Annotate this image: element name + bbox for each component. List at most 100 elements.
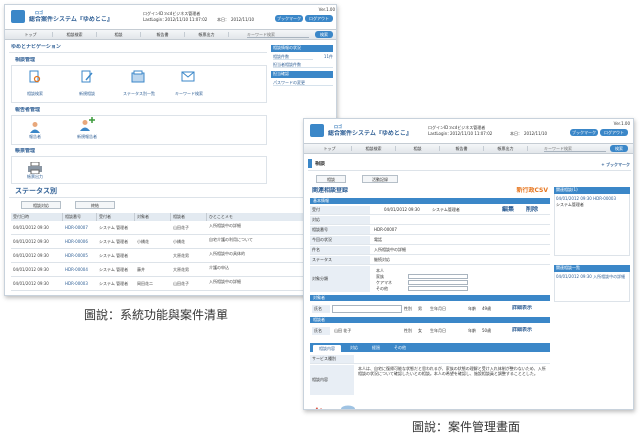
tab-other[interactable]: その他 xyxy=(388,344,412,352)
row-no[interactable]: HDR-00007 xyxy=(65,225,97,230)
row-receiver: システム 管理者 xyxy=(99,225,129,230)
login-id-value: ncdビジネス管理者 xyxy=(165,11,201,16)
col-receiver[interactable]: 受付者 xyxy=(97,213,135,221)
col-consultant[interactable]: 相談者 xyxy=(171,213,207,221)
content-label: 相談内容 xyxy=(310,365,354,395)
nav-output[interactable]: 帳票出力 xyxy=(484,146,528,151)
col-target[interactable]: 対象者 xyxy=(135,213,171,221)
side-panel-password-link[interactable]: パスワードの変更 xyxy=(273,80,333,86)
tab-in-progress[interactable]: 相談対応 xyxy=(21,201,61,209)
row-no[interactable]: HDR-00003 xyxy=(65,281,97,286)
menu-item-search[interactable]: 相談検索 xyxy=(17,91,53,96)
side-panel-staff-head: 担当確認 xyxy=(271,71,333,78)
category-field-1[interactable] xyxy=(408,274,468,279)
csv-link[interactable]: 新行政CSV xyxy=(504,187,548,194)
row-no[interactable]: HDR-00006 xyxy=(65,239,97,244)
radio-caremanager[interactable]: ケアマネ xyxy=(376,280,406,285)
keyword-search-input[interactable]: キーワード検索 xyxy=(247,32,309,38)
printer-icon[interactable] xyxy=(28,159,42,175)
consultant-detail-button[interactable]: 詳細表示 xyxy=(512,327,546,333)
row-date: 04/01/2012 09:30 xyxy=(13,225,49,230)
row-target: 藤井 xyxy=(137,267,145,272)
status-divider xyxy=(9,197,334,198)
consultant-name-label: 氏名 xyxy=(312,327,330,335)
target-header: 対象者 xyxy=(310,295,550,301)
date-label: 本日： xyxy=(510,131,522,136)
menu-item-reporter[interactable]: 報告者 xyxy=(17,134,53,139)
row-date: 04/01/2012 09:30 xyxy=(13,267,49,272)
col-accept-date[interactable]: 受付日時 xyxy=(11,213,63,221)
add-bookmark-link[interactable]: + ブックマーク xyxy=(582,162,630,167)
tab-consult-content[interactable]: 相談内容 xyxy=(312,344,342,352)
nav-search[interactable]: 相談検索 xyxy=(53,32,97,37)
search-button[interactable]: 検索 xyxy=(315,31,333,38)
row-no[interactable]: HDR-00004 xyxy=(65,267,97,272)
row-no[interactable]: HDR-00005 xyxy=(65,253,97,258)
menu-item-new-consult[interactable]: 新規相談 xyxy=(69,91,105,96)
keyword-search-input[interactable]: キーワード検索 xyxy=(544,146,606,152)
edit-button[interactable]: 編集 xyxy=(502,206,522,213)
field-status-value: 継続対応 xyxy=(374,257,390,262)
bookmark-button[interactable]: ブックマーク xyxy=(275,15,303,22)
nav-output[interactable]: 帳票出力 xyxy=(185,32,229,37)
reporter-icon[interactable] xyxy=(29,118,41,133)
radio-self[interactable]: 本人 xyxy=(376,268,406,273)
date-value: 2012/11/10 xyxy=(524,131,548,136)
delete-button[interactable]: 削除 xyxy=(526,206,546,213)
logo-badge: ロゴ xyxy=(328,124,348,129)
form-title: 関連相談登録 xyxy=(312,187,349,194)
field-accept-value: 04/01/2012 09:30 xyxy=(384,207,420,212)
row-consultant: 山田花子 xyxy=(173,281,189,286)
keyword-search-icon[interactable] xyxy=(181,69,195,83)
nav-search[interactable]: 相談検索 xyxy=(352,146,396,151)
related-panel-head: 関連相談(1) xyxy=(554,187,630,194)
field-category-label: 対象分類 xyxy=(310,266,370,292)
tab-closed[interactable]: 終結 xyxy=(75,201,115,209)
consultant-header: 相談者 xyxy=(310,317,550,323)
menu-item-forms-output[interactable]: 帳票出力 xyxy=(17,174,53,179)
nav-report[interactable]: 報告書 xyxy=(141,32,185,37)
nav-consult[interactable]: 相談 xyxy=(396,146,440,151)
bookmark-button[interactable]: ブックマーク xyxy=(570,129,598,136)
target-detail-button[interactable]: 詳細表示 xyxy=(512,305,546,311)
logout-button[interactable]: ログアウト xyxy=(600,129,628,136)
target-name-input[interactable] xyxy=(332,305,402,313)
row-receiver: システム 管理者 xyxy=(99,253,129,258)
system-menu-window: ロゴ 総合案件システム『ゆめとこ』 ログインID： ncdビジネス管理者 Las… xyxy=(4,4,337,296)
row-date: 04/01/2012 09:30 xyxy=(13,239,49,244)
login-id-label: ログインID： xyxy=(143,11,167,16)
menu-item-new-reporter[interactable]: 新規報告者 xyxy=(67,134,107,139)
last-login-label: LastLogin： xyxy=(143,17,165,22)
radio-family[interactable]: 家族 xyxy=(376,274,406,279)
related-list-body xyxy=(554,272,630,302)
row-line xyxy=(310,264,550,265)
category-field-3[interactable] xyxy=(408,286,468,291)
col-consult-no[interactable]: 相談番号 xyxy=(63,213,97,221)
row-target: 小橋花 xyxy=(137,239,149,244)
tab-response[interactable]: 対応 xyxy=(344,344,364,352)
logout-button[interactable]: ログアウト xyxy=(305,15,333,22)
status-list-icon[interactable] xyxy=(131,69,145,83)
side-panel-staff-count[interactable]: 担当者相談件数 xyxy=(273,62,333,68)
subtab-consult[interactable]: 相談 xyxy=(316,175,346,183)
nav-report[interactable]: 報告書 xyxy=(440,146,484,151)
nav-top[interactable]: トップ xyxy=(308,146,352,151)
field-consult-no-value: HDR-00007 xyxy=(374,227,397,232)
date-label: 本日： xyxy=(217,17,229,22)
row-line xyxy=(310,363,550,364)
nav-consult[interactable]: 相談 xyxy=(97,32,141,37)
menu-item-keyword-search[interactable]: キーワード検索 xyxy=(167,91,211,96)
basic-info-header: 基本情報 xyxy=(310,198,550,204)
new-reporter-icon[interactable] xyxy=(79,116,95,131)
nav-top[interactable]: トップ xyxy=(9,32,53,37)
caption-left: 圖說：系統功能與案件清單 xyxy=(84,308,229,322)
subtab-activity[interactable]: 活動記録 xyxy=(362,175,398,183)
new-consult-icon[interactable] xyxy=(81,69,93,83)
menu-item-status-list[interactable]: ステータス別一覧 xyxy=(117,91,161,96)
search-icon[interactable] xyxy=(29,69,41,83)
radio-other[interactable]: その他 xyxy=(376,286,406,291)
category-field-2[interactable] xyxy=(408,280,468,285)
date-value: 2012/11/10 xyxy=(231,17,255,22)
tab-progress[interactable]: 経過 xyxy=(366,344,386,352)
search-button[interactable]: 検索 xyxy=(610,145,628,152)
